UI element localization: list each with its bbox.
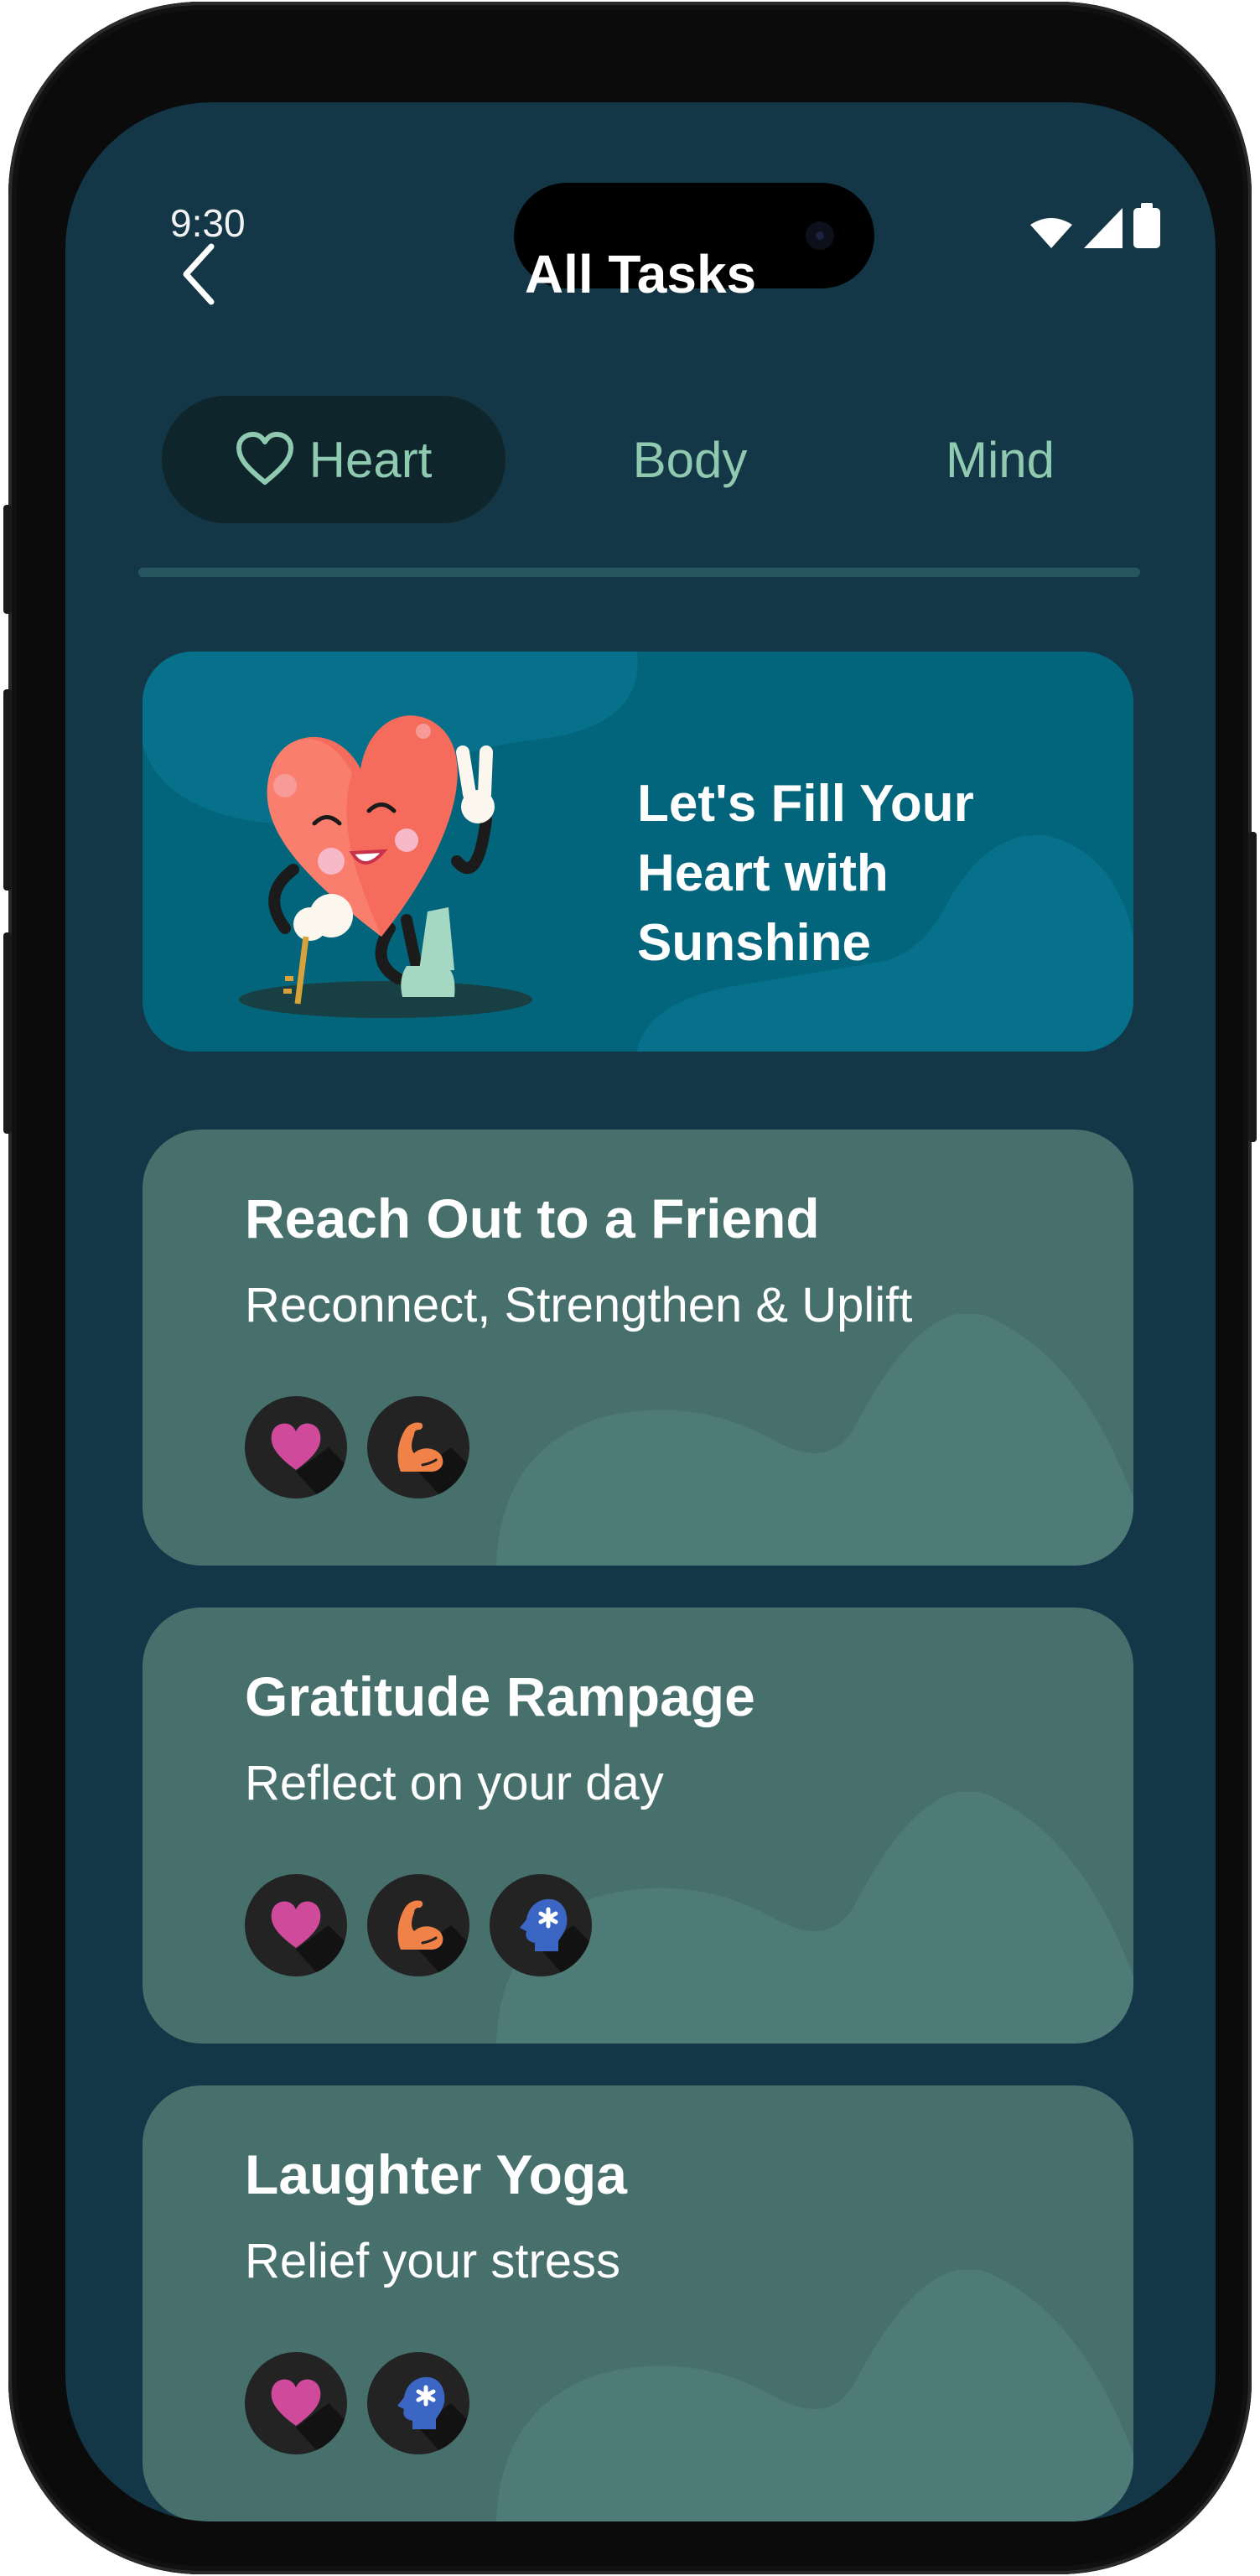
task-title: Laughter Yoga bbox=[245, 2143, 627, 2205]
task-category-badges bbox=[245, 1396, 469, 1498]
badge-mind bbox=[490, 1874, 592, 1976]
tab-body[interactable]: Body bbox=[564, 396, 816, 523]
heart-mascot-illustration bbox=[239, 715, 532, 1018]
heart-badge-icon bbox=[271, 1901, 321, 1948]
task-card-2[interactable]: Gratitude Rampage Reflect on your day bbox=[143, 1607, 1133, 2044]
task-title: Reach Out to a Friend bbox=[245, 1187, 820, 1249]
tab-mind[interactable]: Mind bbox=[874, 396, 1126, 523]
card-background-wave bbox=[496, 1792, 1133, 2044]
flexed-bicep-icon bbox=[397, 1422, 443, 1472]
task-subtitle: Reflect on your day bbox=[245, 1756, 664, 1810]
action-button bbox=[3, 505, 12, 614]
tabs-divider bbox=[138, 568, 1140, 577]
volume-up-button bbox=[3, 689, 12, 891]
tab-heart[interactable]: Heart bbox=[162, 396, 506, 523]
hero-banner: Let's Fill Your Heart with Sunshine bbox=[143, 652, 1133, 1052]
flexed-bicep-icon bbox=[397, 1900, 443, 1950]
heart-badge-icon bbox=[271, 2379, 321, 2426]
badge-heart bbox=[245, 2352, 347, 2454]
banner-headline: Let's Fill Your Heart with Sunshine bbox=[637, 775, 974, 972]
badge-heart bbox=[245, 1396, 347, 1498]
task-card-1[interactable]: Reach Out to a Friend Reconnect, Strengt… bbox=[143, 1130, 1133, 1566]
tab-body-label: Body bbox=[632, 431, 748, 488]
tab-heart-label: Heart bbox=[309, 431, 433, 488]
head-mind-icon bbox=[520, 1898, 568, 1951]
task-title: Gratitude Rampage bbox=[245, 1665, 755, 1727]
card-background-wave bbox=[496, 1314, 1133, 1566]
task-subtitle: Reconnect, Strengthen & Uplift bbox=[245, 1278, 913, 1332]
power-button bbox=[1248, 832, 1257, 1142]
task-card-3[interactable]: Laughter Yoga Relief your stress bbox=[143, 2085, 1133, 2521]
task-category-badges bbox=[245, 1874, 592, 1976]
page-title: All Tasks bbox=[524, 244, 757, 304]
heart-badge-icon bbox=[271, 1423, 321, 1470]
app-screen: 9:30 All Tasks Heart Body Mind Let's Fil… bbox=[65, 102, 1216, 2521]
task-subtitle: Relief your stress bbox=[245, 2234, 621, 2288]
badge-body bbox=[367, 1396, 469, 1498]
badge-mind bbox=[367, 2352, 469, 2454]
task-category-badges bbox=[245, 2352, 469, 2454]
badge-body bbox=[367, 1874, 469, 1976]
head-mind-icon bbox=[397, 2376, 445, 2429]
volume-down-button bbox=[3, 932, 12, 1134]
category-tabs: Heart Body Mind bbox=[162, 396, 1117, 523]
phone-frame: 9:30 All Tasks Heart Body Mind Let's Fil… bbox=[3, 2, 1257, 2574]
badge-heart bbox=[245, 1874, 347, 1976]
tab-mind-label: Mind bbox=[945, 431, 1055, 488]
card-background-wave bbox=[496, 2270, 1133, 2521]
heart-outline-icon bbox=[236, 432, 293, 485]
